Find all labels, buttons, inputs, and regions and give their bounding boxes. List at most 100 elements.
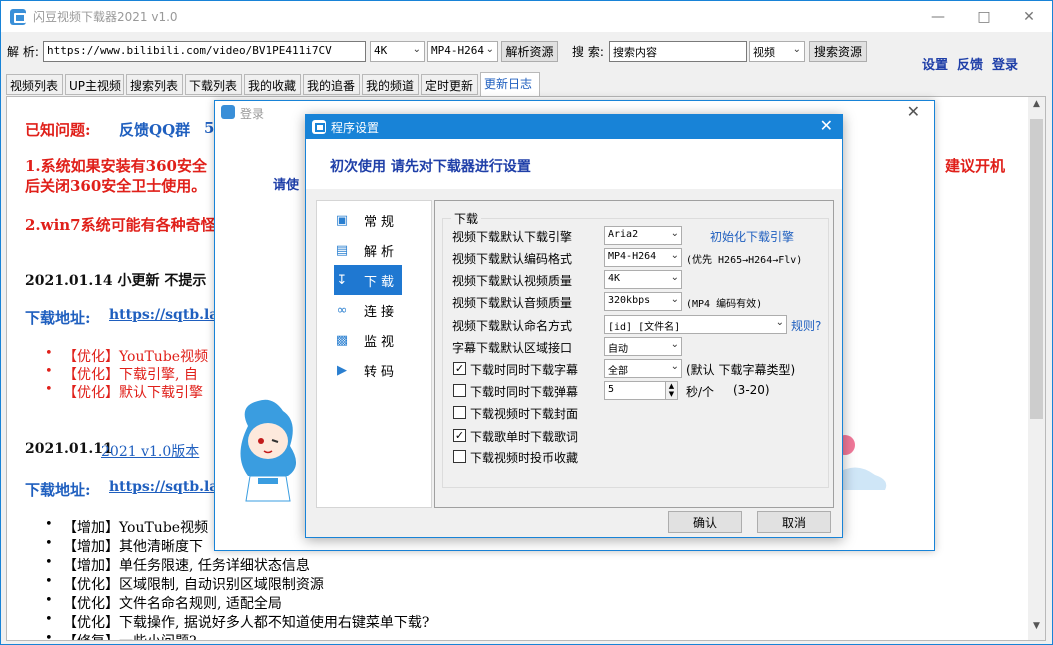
parse-label: 解 析: bbox=[7, 45, 39, 59]
update2-date: 2021.01.11 bbox=[25, 441, 113, 457]
chevron-down-icon: ⌄ bbox=[670, 294, 679, 305]
login-title: 登录 bbox=[240, 107, 265, 121]
tab-following[interactable]: 我的追番 bbox=[303, 74, 360, 95]
scrollbar-thumb[interactable] bbox=[1030, 119, 1043, 419]
nav-convert[interactable]: ▶ 转码 bbox=[334, 357, 414, 383]
search-label: 搜 索: bbox=[572, 45, 604, 59]
vquality-select[interactable]: 4K ⌄ bbox=[604, 270, 682, 289]
known-issues-heading: 已知问题: bbox=[25, 121, 91, 139]
update2-version-link[interactable]: 2021 v1.0版本 bbox=[101, 441, 199, 461]
danmaku-unit: 秒/个 bbox=[686, 385, 715, 399]
naming-select[interactable]: [id] [文件名] ⌄ bbox=[604, 315, 787, 334]
general-icon: ▣ bbox=[335, 212, 349, 228]
search-input[interactable]: 搜索内容 bbox=[609, 41, 747, 62]
settings-dialog: 程序设置 ✕ 初次使用 请先对下载器进行设置 ▣ 常规 ▤ 解析 ↧ 下载 ∞ 连接 ▩… bbox=[305, 114, 843, 538]
engine-select[interactable]: Aria2 ⌄ bbox=[604, 226, 682, 245]
engine-value: Aria2 bbox=[608, 229, 639, 240]
danmaku-rate-input[interactable]: 5 bbox=[604, 381, 666, 400]
issue1-line2: 后关闭360安全卫士使用。 bbox=[25, 177, 207, 195]
engine-label: 视频下载默认下载引擎 bbox=[452, 230, 573, 244]
cancel-button[interactable]: 取消 bbox=[757, 511, 831, 533]
settings-link[interactable]: 设置 bbox=[922, 54, 948, 73]
scroll-up-icon[interactable]: ▲ bbox=[1028, 99, 1045, 116]
format-select[interactable]: MP4-H264 ⌄ bbox=[427, 41, 498, 62]
search-button[interactable]: 搜索资源 bbox=[809, 41, 867, 62]
cover-checkbox[interactable] bbox=[453, 406, 466, 419]
app-icon bbox=[221, 105, 235, 119]
tab-channels[interactable]: 我的频道 bbox=[362, 74, 419, 95]
close-icon[interactable]: ✕ bbox=[820, 116, 833, 135]
list-item: 【优化】下载引擎, 自 bbox=[45, 364, 198, 384]
url-input[interactable]: https://www.bilibili.com/video/BV1PE411i… bbox=[43, 41, 366, 62]
login-link[interactable]: 登录 bbox=[992, 54, 1018, 73]
subtitle-type-value: 全部 bbox=[608, 366, 628, 377]
aquality-note: (MP4 编码有效) bbox=[686, 299, 763, 310]
nav-label: 常规 bbox=[364, 214, 399, 230]
danmaku-checkbox-label: 下载时同时下载弹幕 bbox=[470, 385, 579, 399]
update1-title: 2021.01.14 小更新 不提示 bbox=[25, 273, 207, 289]
app-icon bbox=[10, 9, 26, 25]
download-group: 下载 视频下载默认下载引擎 Aria2 ⌄ 初始化下载引擎 视频下载默认编码格式 … bbox=[442, 210, 829, 488]
list-item: 【增加】单任务限速, 任务详细状态信息 bbox=[45, 555, 310, 575]
tab-scheduled[interactable]: 定时更新 bbox=[421, 74, 478, 95]
subtitle-region-select[interactable]: 自动 ⌄ bbox=[604, 337, 682, 356]
coin-checkbox[interactable] bbox=[453, 450, 466, 463]
link-icon: ∞ bbox=[336, 302, 348, 318]
parse-button[interactable]: 解析资源 bbox=[501, 41, 558, 62]
tab-download-list[interactable]: 下载列表 bbox=[185, 74, 242, 95]
nav-download[interactable]: ↧ 下载 bbox=[334, 265, 402, 295]
search-type-select[interactable]: 视频 ⌄ bbox=[749, 41, 805, 62]
tab-video-list[interactable]: 视频列表 bbox=[6, 74, 63, 95]
feedback-group-number: 5 bbox=[204, 119, 215, 137]
download-settings-panel: 下载 视频下载默认下载引擎 Aria2 ⌄ 初始化下载引擎 视频下载默认编码格式 … bbox=[434, 200, 834, 508]
feedback-link[interactable]: 反馈 bbox=[957, 54, 983, 73]
monitor-icon: ▩ bbox=[335, 332, 349, 348]
feedback-group-link[interactable]: 反馈QQ群 bbox=[119, 119, 190, 140]
aquality-select[interactable]: 320kbps ⌄ bbox=[604, 292, 682, 311]
tab-favorites[interactable]: 我的收藏 bbox=[244, 74, 301, 95]
tab-up-videos[interactable]: UP主视频 bbox=[65, 74, 124, 95]
naming-label: 视频下载默认命名方式 bbox=[452, 319, 573, 333]
codec-note: (优先 H265→H264→Flv) bbox=[686, 255, 803, 266]
minimize-icon[interactable]: — bbox=[915, 1, 961, 32]
tab-search-list[interactable]: 搜索列表 bbox=[126, 74, 183, 95]
login-hint: 请使 bbox=[273, 178, 300, 193]
init-engine-link[interactable]: 初始化下载引擎 bbox=[710, 228, 794, 245]
danmaku-checkbox[interactable] bbox=[453, 384, 466, 397]
issue1-line1: 1.系统如果安装有360安全 bbox=[25, 157, 207, 175]
subtitle-checkbox[interactable]: ✓ bbox=[453, 362, 466, 375]
confirm-button[interactable]: 确认 bbox=[668, 511, 742, 533]
nav-label: 监视 bbox=[364, 334, 399, 350]
subtitle-type-select[interactable]: 全部 ⌄ bbox=[604, 359, 682, 378]
cover-checkbox-label: 下载视频时下载封面 bbox=[470, 407, 579, 421]
settings-title: 程序设置 bbox=[331, 121, 380, 135]
naming-rules-link[interactable]: 规则? bbox=[791, 317, 821, 334]
list-item: 【修复】一些小问题? bbox=[45, 631, 196, 640]
codec-select[interactable]: MP4-H264 ⌄ bbox=[604, 248, 682, 267]
close-icon[interactable]: ✕ bbox=[1006, 1, 1052, 32]
close-icon[interactable]: ✕ bbox=[907, 102, 920, 121]
danmaku-range: (3-20) bbox=[733, 383, 770, 397]
maximize-icon[interactable]: □ bbox=[961, 1, 1007, 32]
chevron-down-icon: ⌄ bbox=[670, 361, 679, 372]
nav-monitor[interactable]: ▩ 监视 bbox=[334, 327, 414, 353]
naming-value: [id] [文件名] bbox=[608, 322, 681, 333]
danmaku-spinner[interactable]: ▲ ▼ bbox=[665, 381, 678, 400]
quality-select[interactable]: 4K ⌄ bbox=[370, 41, 425, 62]
nav-parse[interactable]: ▤ 解析 bbox=[334, 237, 414, 263]
mascot-image bbox=[240, 399, 297, 502]
settings-header-text: 初次使用 请先对下载器进行设置 bbox=[330, 159, 531, 175]
nav-connection[interactable]: ∞ 连接 bbox=[334, 297, 414, 323]
chevron-down-icon: ⌄ bbox=[775, 317, 784, 328]
chevron-down-icon: ⌄ bbox=[670, 272, 679, 283]
decoration-image bbox=[835, 435, 887, 490]
tab-changelog[interactable]: 更新日志 bbox=[480, 72, 540, 96]
nav-general[interactable]: ▣ 常规 bbox=[334, 207, 414, 233]
download-label: 下载地址: bbox=[25, 309, 91, 327]
lyrics-checkbox[interactable]: ✓ bbox=[453, 429, 466, 442]
settings-title-bar: 程序设置 ✕ bbox=[306, 115, 842, 139]
nav-label: 转码 bbox=[364, 364, 399, 380]
app-icon bbox=[312, 120, 326, 134]
scroll-down-icon[interactable]: ▼ bbox=[1028, 621, 1045, 638]
content-scrollbar[interactable]: ▲ ▼ bbox=[1028, 97, 1045, 640]
